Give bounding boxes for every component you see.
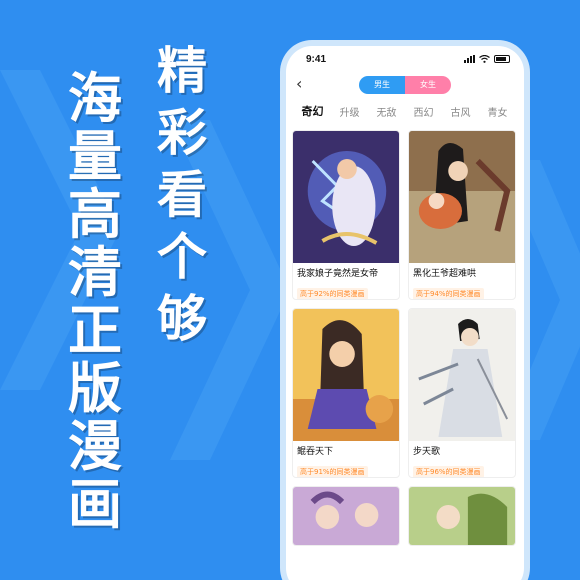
battery-icon (494, 55, 510, 63)
comic-rating-tag: 高于96%的同类漫画 (413, 466, 484, 477)
comic-cover (409, 309, 515, 441)
headline-char: 精 (157, 42, 207, 100)
comic-card[interactable] (408, 486, 516, 546)
comic-rating-tag: 高于92%的同类漫画 (297, 288, 368, 299)
comic-cover (409, 487, 515, 545)
tab-female[interactable]: 女生 (405, 76, 451, 94)
genre-tab[interactable]: 西幻 (405, 104, 442, 119)
genre-tabs: 奇幻 升级 无敌 西幻 古风 青女 (286, 98, 524, 124)
top-bar: ‹ 男生 女生 (286, 72, 524, 98)
comic-title: 我家娘子竟然是女帝 (297, 269, 379, 279)
comic-card[interactable] (292, 486, 400, 546)
status-icons (464, 55, 510, 63)
headline-side: 精 彩 看 个 够 (150, 40, 214, 350)
genre-tab[interactable]: 无敌 (368, 104, 405, 119)
headline-main: 海 量 高 清 正 版 漫 画 (60, 70, 130, 534)
status-time: 9:41 (306, 53, 327, 65)
chevron-left-icon[interactable]: ‹ (296, 74, 302, 94)
comic-card[interactable]: 黑化王爷超难哄 高于94%的同类漫画 (408, 130, 516, 300)
status-bar: 9:41 (286, 46, 524, 72)
genre-tab[interactable]: 青女 (479, 104, 516, 119)
comic-cover (409, 131, 515, 263)
headline-char: 海 (68, 67, 122, 130)
headline-char: 看 (157, 166, 207, 224)
genre-tab[interactable]: 升级 (331, 104, 368, 119)
genre-tab[interactable]: 奇幻 (294, 103, 331, 119)
phone-frame: 9:41 ‹ 男生 女生 奇幻 升级 无敌 西幻 古风 青女 我家娘子竟然是女帝… (280, 40, 530, 580)
comic-title: 黑化王爷超难哄 (413, 269, 477, 279)
comic-cover (293, 487, 399, 545)
headline-char: 量 (68, 125, 122, 188)
headline-char: 画 (68, 473, 122, 536)
app-screen: 9:41 ‹ 男生 女生 奇幻 升级 无敌 西幻 古风 青女 我家娘子竟然是女帝… (286, 46, 524, 580)
headline-char: 正 (68, 299, 122, 362)
headline-char: 够 (157, 290, 207, 348)
comic-rating-tag: 高于91%的同类漫画 (297, 466, 368, 477)
comic-cover (293, 309, 399, 441)
headline-char: 版 (68, 357, 122, 420)
headline-char: 清 (68, 241, 122, 304)
comic-card[interactable]: 我家娘子竟然是女帝 高于92%的同类漫画 (292, 130, 400, 300)
comic-rating-tag: 高于94%的同类漫画 (413, 288, 484, 299)
tab-male[interactable]: 男生 (359, 76, 405, 94)
headline-char: 漫 (68, 415, 122, 478)
comic-card[interactable]: 鲲吞天下 高于91%的同类漫画 (292, 308, 400, 478)
gender-toggle: 男生 女生 (359, 76, 451, 94)
headline-char: 高 (68, 183, 122, 246)
comic-title: 步天歌 (413, 447, 441, 457)
comic-title: 鲲吞天下 (297, 447, 334, 457)
headline-char: 彩 (157, 104, 207, 162)
wifi-icon (479, 55, 490, 63)
comic-card[interactable]: 步天歌 高于96%的同类漫画 (408, 308, 516, 478)
headline-char: 个 (157, 228, 207, 286)
signal-icon (464, 55, 475, 63)
genre-tab[interactable]: 古风 (442, 104, 479, 119)
comic-cover (293, 131, 399, 263)
